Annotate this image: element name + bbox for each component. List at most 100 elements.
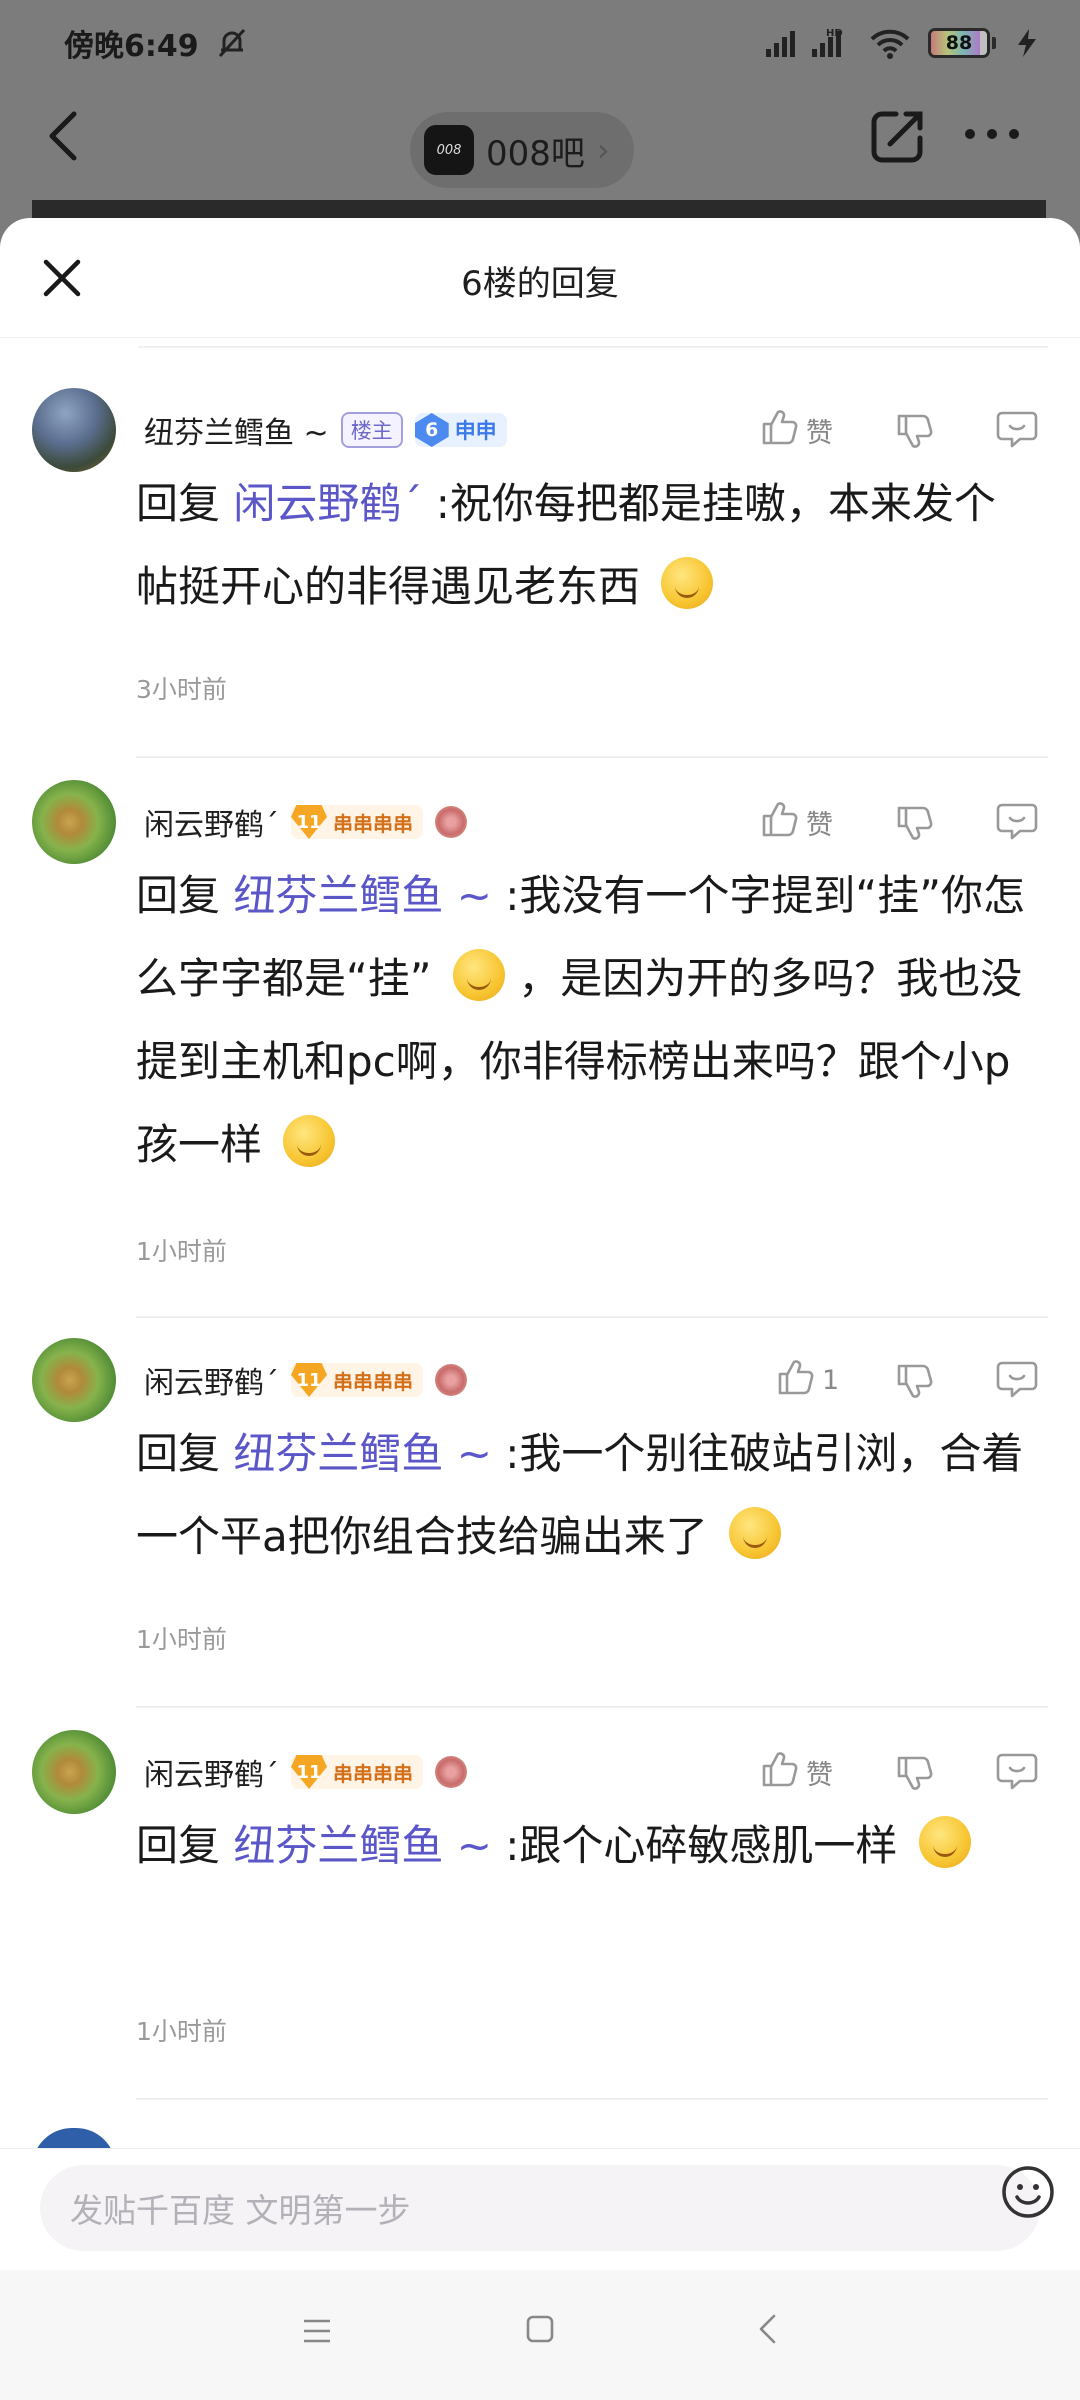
level-badge: 11 串串串串	[291, 1755, 423, 1789]
reply-to-user[interactable]: 纽芬兰鳕鱼 ~	[233, 1821, 492, 1870]
status-bar: 傍晚6:49 HD 88	[0, 0, 1080, 86]
share-icon[interactable]	[868, 106, 928, 170]
bell-off-icon	[215, 26, 249, 60]
charge-icon	[1014, 27, 1040, 59]
reply-text: 回复 纽芬兰鳕鱼 ~ :我没有一个字提到“挂”你怎么字字都是“挂” ，是因为开的…	[136, 854, 1036, 1186]
username[interactable]: 纽芬兰鳕鱼 ~	[144, 408, 329, 452]
user-row: 闲云野鹤ˊ 11 串串串串	[144, 1350, 467, 1410]
battery-level: 88	[945, 32, 973, 54]
level-badge: 6 申申	[414, 413, 507, 447]
reply-prefix: 回复	[136, 1821, 221, 1870]
battery-indicator: 88	[928, 28, 996, 58]
reply-time: 1小时前	[136, 1625, 227, 1654]
reply-sheet: 6楼的回复 纽芬兰鳕鱼 ~ 楼主 6 申申 赞 回复 闲云野鹤ˊ :祝你每把都是…	[0, 218, 1080, 2400]
level-title: 串串串串	[333, 1369, 413, 1394]
reply-text: 回复 闲云野鹤ˊ :祝你每把都是挂嗷，本来发个帖挺开心的非得遇见老东西	[136, 462, 1036, 628]
level-title: 申申	[454, 419, 497, 443]
reply-icon[interactable]	[996, 802, 1038, 846]
background-nav: 008 008吧 ›	[0, 86, 1080, 188]
home-icon[interactable]	[525, 2314, 555, 2348]
reply-text: 回复 纽芬兰鳕鱼 ~ :跟个心碎敏感肌一样	[136, 1804, 1036, 1887]
level-badge: 11 串串串串	[291, 805, 423, 839]
laugh-emoji-icon	[729, 1507, 782, 1559]
divider	[136, 2098, 1048, 2100]
shocked-emoji-icon	[918, 1816, 971, 1868]
reply-to-user[interactable]: 纽芬兰鳕鱼 ~	[233, 871, 492, 920]
forum-name: 008吧	[486, 133, 585, 174]
more-icon[interactable]	[962, 126, 1022, 146]
thumb-down-icon[interactable]	[895, 804, 933, 846]
reply-actions: 1	[760, 1350, 1038, 1410]
thumb-up-icon	[760, 800, 798, 845]
thumb-up-icon	[760, 1750, 798, 1795]
avatar[interactable]	[32, 1730, 116, 1814]
op-badge: 楼主	[340, 412, 403, 448]
sheet-title: 6楼的回复	[461, 264, 619, 304]
divider	[136, 1706, 1048, 1708]
thumb-up-icon	[776, 1358, 814, 1403]
reply-to-user[interactable]: 闲云野鹤ˊ	[233, 479, 422, 528]
laugh-emoji-icon	[283, 1115, 336, 1167]
reply-actions: 赞	[760, 1742, 1038, 1802]
like-button[interactable]: 赞	[760, 1750, 870, 1795]
level-title: 串串串串	[333, 1761, 413, 1786]
thumb-down-icon[interactable]	[895, 1754, 933, 1796]
user-row: 闲云野鹤ˊ 11 串串串串	[144, 792, 467, 852]
hug-emoji-icon	[661, 557, 714, 609]
divider	[138, 346, 1048, 348]
reply-time: 1小时前	[136, 2017, 227, 2046]
comment-input[interactable]: 发贴千百度 文明第一步	[40, 2165, 1040, 2251]
chevron-right-icon: ›	[596, 131, 610, 169]
divider	[136, 1316, 1048, 1318]
reply-content: :跟个心碎敏感肌一样	[505, 1821, 898, 1870]
level-number: 11	[291, 1755, 327, 1789]
username[interactable]: 闲云野鹤ˊ	[144, 1750, 279, 1794]
reply-prefix: 回复	[136, 479, 221, 528]
reply-time: 3小时前	[136, 675, 227, 704]
laugh-emoji-icon	[452, 949, 505, 1001]
reply-icon[interactable]	[996, 1360, 1038, 1404]
flower-badge-icon	[435, 1756, 467, 1788]
like-button[interactable]: 赞	[760, 408, 870, 453]
signal-icon: HD	[764, 27, 852, 59]
reply-to-user[interactable]: 纽芬兰鳕鱼 ~	[233, 1429, 492, 1478]
like-count: 赞	[806, 417, 833, 449]
flower-badge-icon	[435, 806, 467, 838]
emoji-icon[interactable]	[998, 2162, 1058, 2226]
user-row: 闲云野鹤ˊ 11 串串串串	[144, 1742, 467, 1802]
like-count: 赞	[806, 1759, 833, 1791]
reply-icon[interactable]	[996, 1752, 1038, 1796]
sheet-header: 6楼的回复	[0, 218, 1080, 338]
comment-input-bar: 发贴千百度 文明第一步	[0, 2148, 1080, 2270]
level-title: 串串串串	[333, 811, 413, 836]
forum-logo: 008	[424, 125, 474, 175]
wifi-icon	[870, 27, 910, 59]
reply-prefix: 回复	[136, 1429, 221, 1478]
flower-badge-icon	[435, 1364, 467, 1396]
thumb-up-icon	[760, 408, 798, 453]
forum-pill[interactable]: 008 008吧 ›	[410, 112, 634, 188]
like-button[interactable]: 赞	[760, 800, 870, 845]
thumb-down-icon[interactable]	[895, 412, 933, 454]
reply-icon[interactable]	[996, 410, 1038, 454]
reply-text: 回复 纽芬兰鳕鱼 ~ :我一个别往破站引浏，合着一个平a把你组合技给骗出来了	[136, 1412, 1036, 1578]
reply-actions: 赞	[760, 792, 1038, 852]
thumb-down-icon[interactable]	[895, 1362, 933, 1404]
avatar[interactable]	[32, 388, 116, 472]
back-icon[interactable]	[44, 108, 84, 168]
nav-back-icon[interactable]	[756, 2312, 780, 2350]
like-button[interactable]: 1	[760, 1358, 870, 1403]
avatar[interactable]	[32, 1338, 116, 1422]
level-number: 6	[414, 413, 449, 447]
divider	[136, 756, 1048, 758]
reply-actions: 赞	[760, 400, 1038, 460]
like-count: 赞	[806, 809, 833, 841]
status-time: 傍晚6:49	[64, 29, 199, 64]
menu-icon[interactable]	[302, 2318, 332, 2348]
username[interactable]: 闲云野鹤ˊ	[144, 1358, 279, 1402]
input-placeholder: 发贴千百度 文明第一步	[70, 2191, 411, 2230]
avatar[interactable]	[32, 780, 116, 864]
reply-time: 1小时前	[136, 1237, 227, 1266]
username[interactable]: 闲云野鹤ˊ	[144, 800, 279, 844]
user-row: 纽芬兰鳕鱼 ~ 楼主 6 申申	[144, 400, 507, 460]
